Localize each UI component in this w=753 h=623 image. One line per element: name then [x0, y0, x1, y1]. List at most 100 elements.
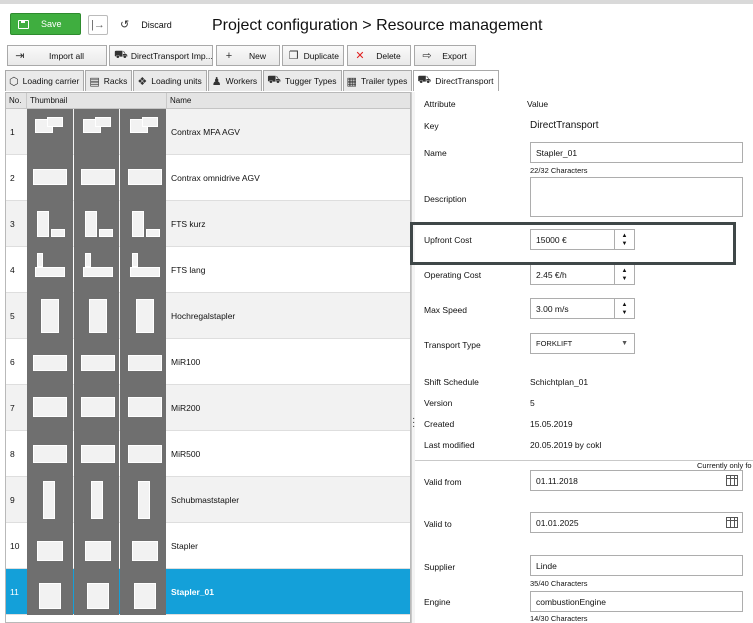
- row-thumbnails: [27, 477, 167, 523]
- description-field[interactable]: [530, 177, 743, 217]
- max-speed-label: Max Speed: [424, 305, 467, 315]
- row-name: Stapler: [171, 540, 198, 551]
- key-label: Key: [424, 121, 439, 131]
- row-thumbnails: [27, 569, 167, 615]
- rack-icon: ▤: [89, 75, 100, 88]
- vehicle-thumbnail: [73, 569, 120, 615]
- vehicle-thumbnail: [120, 569, 167, 615]
- table-row[interactable]: 6 MiR100: [6, 339, 410, 385]
- tab-racks[interactable]: ▤ Racks: [85, 70, 133, 91]
- vehicle-thumbnail: [120, 385, 167, 431]
- discard-button[interactable]: ↺ Discard: [120, 18, 172, 31]
- table-row[interactable]: 11 Stapler_01: [6, 569, 410, 615]
- forklift-icon: ⛟: [417, 74, 432, 86]
- supplier-field[interactable]: Linde: [530, 555, 743, 576]
- col-thumbnail-header[interactable]: Thumbnail: [27, 93, 167, 108]
- tab-trailer-types[interactable]: ▦ Trailer types: [342, 70, 413, 91]
- vehicle-thumbnail: [27, 523, 73, 569]
- import-all-button[interactable]: ⇥ Import all: [7, 45, 107, 66]
- exit-button[interactable]: |→: [88, 15, 108, 35]
- vehicle-thumbnail: [120, 201, 167, 247]
- import-all-label: Import all: [49, 50, 84, 61]
- version-label: Version: [424, 398, 453, 408]
- operating-cost-label: Operating Cost: [424, 270, 482, 280]
- direct-import-button[interactable]: ⛟ DirectTransport Imp...: [109, 45, 213, 66]
- engine-field[interactable]: combustionEngine: [530, 591, 743, 612]
- vehicle-thumbnail: [120, 247, 167, 293]
- valid-from-value: 01.11.2018: [536, 475, 578, 486]
- delete-button[interactable]: ✕ Delete: [347, 45, 411, 66]
- spin-buttons[interactable]: ▲ ▼: [614, 299, 634, 318]
- max-speed-value: 3.00 m/s: [536, 303, 569, 314]
- tab-label: Workers: [225, 76, 258, 86]
- calendar-icon[interactable]: [726, 517, 738, 528]
- row-number: 8: [10, 448, 15, 459]
- boxes-icon: ❖: [137, 75, 148, 88]
- row-number: 1: [10, 126, 15, 137]
- delete-label: Delete: [376, 50, 401, 61]
- table-row[interactable]: 8 MiR500: [6, 431, 410, 477]
- engine-label: Engine: [424, 597, 451, 607]
- tab-loading-units[interactable]: ❖ Loading units: [133, 70, 207, 91]
- vehicle-thumbnail: [73, 523, 120, 569]
- duplicate-button[interactable]: ❐ Duplicate: [282, 45, 344, 66]
- tab-workers[interactable]: ♟ Workers: [207, 70, 263, 91]
- vehicle-thumbnail: [73, 293, 120, 339]
- vehicle-thumbnail: [27, 431, 73, 477]
- row-number: 9: [10, 494, 15, 505]
- vehicle-thumbnail: [27, 293, 73, 339]
- shift-schedule-label: Shift Schedule: [424, 377, 479, 387]
- shift-schedule-value: Schichtplan_01: [530, 377, 589, 387]
- transport-type-select[interactable]: FORKLIFT ▼: [530, 333, 635, 354]
- created-label: Created: [424, 419, 455, 429]
- table-row[interactable]: 2 Contrax omnidrive AGV: [6, 155, 410, 201]
- table-row[interactable]: 9 Schubmaststapler: [6, 477, 410, 523]
- table-row[interactable]: 4 FTS lang: [6, 247, 410, 293]
- max-speed-stepper[interactable]: 3.00 m/s ▲ ▼: [530, 298, 635, 319]
- operating-cost-stepper[interactable]: 2.45 €/h ▲ ▼: [530, 264, 635, 285]
- table-row[interactable]: 10 Stapler: [6, 523, 410, 569]
- delete-icon: ✕: [355, 50, 365, 62]
- row-name: Contrax MFA AGV: [171, 126, 240, 137]
- export-button[interactable]: ⇨ Export: [414, 45, 476, 66]
- undo-icon: ↺: [120, 19, 130, 31]
- save-button[interactable]: Save: [10, 13, 81, 35]
- table-row[interactable]: 3 FTS kurz: [6, 201, 410, 247]
- name-field[interactable]: Stapler_01: [530, 142, 743, 163]
- spin-down-icon: ▼: [621, 275, 628, 282]
- tab-direct-transport[interactable]: ⛟ DirectTransport: [413, 70, 499, 91]
- tab-loading-carrier[interactable]: ⬡ Loading carrier: [5, 70, 85, 91]
- transport-type-value: FORKLIFT: [536, 339, 573, 348]
- chevron-down-icon: ▼: [621, 340, 628, 347]
- export-icon: ⇨: [422, 50, 432, 62]
- created-value: 15.05.2019: [530, 419, 573, 429]
- row-name: FTS lang: [171, 264, 206, 275]
- valid-from-date-picker[interactable]: 01.11.2018: [530, 470, 743, 491]
- name-char-counter: 22/32 Characters: [530, 166, 588, 175]
- new-button[interactable]: + New: [216, 45, 280, 66]
- row-thumbnails: [27, 523, 167, 569]
- version-value: 5: [530, 398, 535, 408]
- spin-buttons[interactable]: ▲ ▼: [614, 265, 634, 284]
- vehicle-thumbnail: [73, 431, 120, 477]
- row-name: Schubmaststapler: [171, 494, 240, 505]
- row-name: Contrax omnidrive AGV: [171, 172, 260, 183]
- description-label: Description: [424, 194, 467, 204]
- tab-tugger-types[interactable]: ⛟ Tugger Types: [263, 70, 342, 91]
- row-thumbnails: [27, 247, 167, 293]
- transport-type-label: Transport Type: [424, 340, 481, 350]
- valid-to-label: Valid to: [424, 519, 452, 529]
- col-no-header[interactable]: No.: [6, 93, 27, 108]
- spin-down-icon: ▼: [621, 309, 628, 316]
- vehicle-thumbnail: [27, 109, 73, 155]
- table-row[interactable]: 7 MiR200: [6, 385, 410, 431]
- tab-label: Trailer types: [360, 76, 408, 86]
- col-name-header[interactable]: Name: [167, 93, 410, 108]
- table-row[interactable]: 1 Contrax MFA AGV: [6, 109, 410, 155]
- calendar-icon[interactable]: [726, 475, 738, 486]
- row-name: MiR200: [171, 402, 201, 413]
- vehicle-thumbnail: [73, 247, 120, 293]
- tab-label: Racks: [103, 76, 128, 86]
- table-row[interactable]: 5 Hochregalstapler: [6, 293, 410, 339]
- valid-to-date-picker[interactable]: 01.01.2025: [530, 512, 743, 533]
